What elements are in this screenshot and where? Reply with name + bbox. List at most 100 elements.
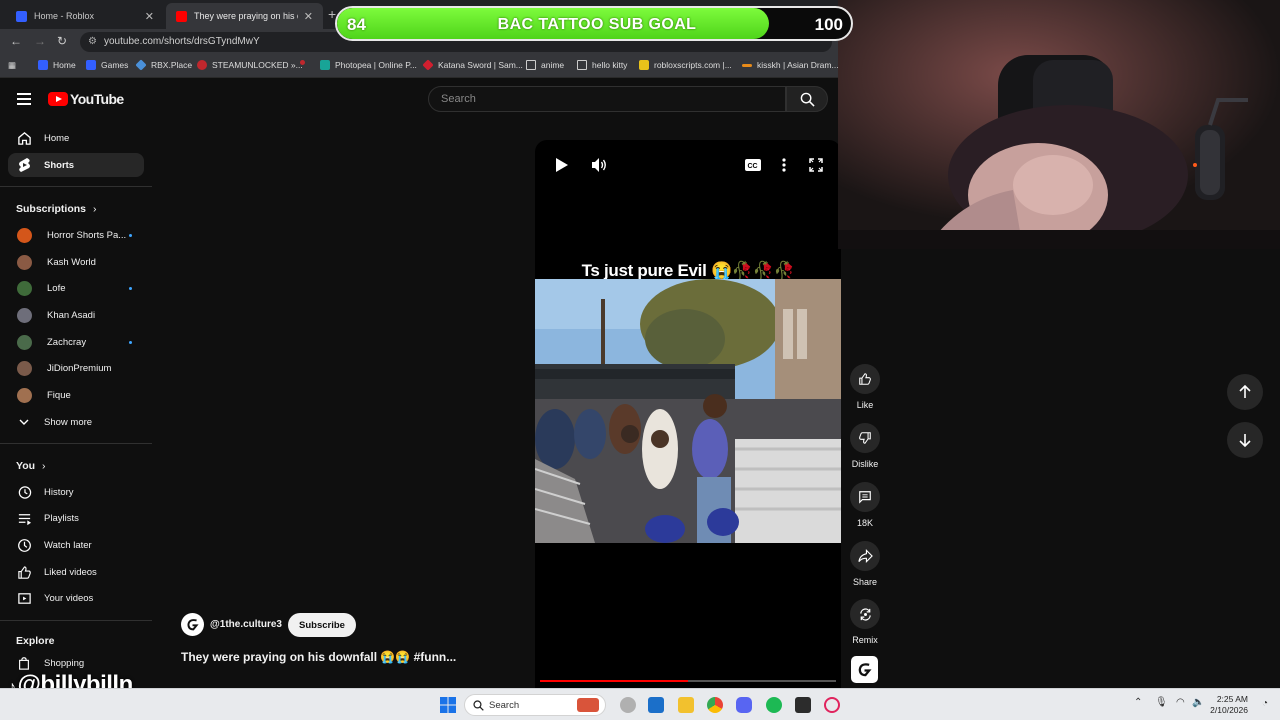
chevron-right-icon: ›: [92, 203, 97, 215]
captions-icon[interactable]: CC: [745, 159, 761, 171]
sidebar-item-your-videos[interactable]: Your videos: [8, 586, 144, 610]
opera-icon[interactable]: [824, 697, 840, 713]
arrow-down-icon: [1239, 434, 1251, 447]
new-content-dot: [129, 286, 132, 290]
play-icon[interactable]: [555, 157, 569, 173]
windows-taskbar: Search ⌃ 🎙 ◠ 🔈 2:25 AM 2/10/2026 ◔: [0, 688, 1280, 720]
youtube-play-icon: [48, 92, 68, 106]
previous-short-button[interactable]: [1227, 374, 1263, 410]
bookmark-home[interactable]: Home: [38, 60, 76, 70]
like-button[interactable]: Like: [845, 364, 885, 410]
bookmark-games[interactable]: Games: [86, 60, 128, 70]
video-caption: Ts just pure Evil 😭🥀🥀🥀: [581, 261, 795, 280]
bookmark-steamunlocked[interactable]: STEAMUNLOCKED »...: [197, 60, 303, 70]
sidebar-item-home[interactable]: Home: [8, 126, 144, 150]
watch-later-icon: [16, 537, 32, 553]
subscription-item[interactable]: Horror Shorts Pa...: [8, 223, 144, 247]
subscription-item[interactable]: Kash World: [8, 250, 144, 274]
microphone-icon[interactable]: 🎙: [1155, 697, 1168, 708]
avatar: [17, 280, 32, 296]
close-tab-icon[interactable]: ✕: [145, 10, 154, 23]
search-button[interactable]: [786, 86, 828, 112]
tab-roblox-home[interactable]: Home - Roblox ✕: [6, 3, 164, 29]
sidebar-item-playlists[interactable]: Playlists: [8, 506, 144, 530]
task-view-icon[interactable]: [620, 697, 636, 713]
back-icon[interactable]: ←: [10, 34, 22, 48]
bookmark-katana[interactable]: Katana Sword | Sam...: [422, 59, 523, 71]
forward-icon[interactable]: →: [34, 34, 46, 48]
reload-icon[interactable]: ↻: [57, 34, 67, 48]
search-input[interactable]: Search: [428, 86, 786, 112]
subscription-item[interactable]: Fique: [8, 383, 144, 407]
spotify-icon[interactable]: [766, 697, 782, 713]
fullscreen-icon[interactable]: [809, 158, 823, 172]
sidebar-item-watch-later[interactable]: Watch later: [8, 533, 144, 557]
next-short-button[interactable]: [1227, 422, 1263, 458]
channel-thumbnail[interactable]: [851, 656, 878, 683]
divider: [0, 443, 152, 444]
comments-button[interactable]: 18K: [845, 482, 885, 528]
subscription-item[interactable]: Khan Asadi: [8, 303, 144, 327]
sidebar-item-liked-videos[interactable]: Liked videos: [8, 560, 144, 584]
bookmark-kisskh[interactable]: kisskh | Asian Dram...: [742, 60, 839, 70]
share-button[interactable]: Share: [845, 541, 885, 587]
more-options-icon[interactable]: [782, 158, 786, 172]
sidebar-item-shorts[interactable]: Shorts: [8, 153, 144, 177]
site-settings-icon[interactable]: ⚙: [88, 36, 97, 47]
pin-icon: [300, 60, 305, 65]
dislike-button[interactable]: Dislike: [845, 423, 885, 469]
chrome-icon[interactable]: [707, 697, 723, 713]
subscription-item[interactable]: Zachcray: [8, 330, 144, 354]
volume-icon[interactable]: 🔈: [1192, 697, 1204, 708]
search-highlight-icon: [577, 698, 599, 712]
bell-icon[interactable]: ◔: [1262, 698, 1268, 709]
katana-icon: [422, 59, 434, 71]
subscribe-button[interactable]: Subscribe: [288, 613, 356, 637]
bookmark-photopea[interactable]: Photopea | Online P...: [320, 60, 417, 70]
volume-icon[interactable]: [591, 157, 608, 173]
file-explorer-icon[interactable]: [678, 697, 694, 713]
system-clock[interactable]: 2:25 AM 2/10/2026: [1210, 694, 1248, 716]
script-icon: [639, 60, 649, 70]
subscription-item[interactable]: JiDionPremium: [8, 356, 144, 380]
chevron-right-icon: ›: [41, 460, 46, 472]
channel-avatar[interactable]: [181, 613, 204, 636]
share-icon: [850, 541, 880, 571]
sidebar-item-history[interactable]: History: [8, 480, 144, 504]
discord-icon[interactable]: [736, 697, 752, 713]
wifi-icon[interactable]: ◠: [1176, 697, 1185, 708]
widgets-icon[interactable]: [648, 697, 664, 713]
show-more-button[interactable]: Show more: [8, 410, 144, 434]
youtube-logo[interactable]: YouTube: [48, 91, 124, 107]
subscription-item[interactable]: Lofe: [8, 276, 144, 300]
bookmark-robloxscripts[interactable]: robloxscripts.com |...: [639, 60, 732, 70]
remix-button[interactable]: Remix: [845, 599, 885, 645]
bookmark-anime-folder[interactable]: anime: [526, 60, 564, 70]
taskbar-search[interactable]: Search: [464, 694, 606, 716]
hamburger-menu-icon[interactable]: [17, 93, 31, 105]
bookmark-pin[interactable]: [300, 60, 310, 65]
subscriptions-header[interactable]: Subscriptions ›: [16, 203, 96, 215]
apps-icon[interactable]: ▦: [8, 60, 16, 71]
sub-goal-bar: 84 BAC TATTOO SUB GOAL 100: [335, 6, 853, 41]
close-tab-icon[interactable]: ✕: [304, 10, 313, 23]
windows-start-icon[interactable]: [440, 697, 456, 713]
bookmark-rbx-place[interactable]: RBX.Place: [135, 59, 192, 71]
avatar: [17, 387, 32, 403]
video-title[interactable]: They were praying on his downfall 😭😭 #fu…: [181, 650, 456, 664]
tab-youtube-short[interactable]: They were praying on his down ✕: [166, 3, 323, 29]
url-text: youtube.com/shorts/drsGTyndMwY: [104, 36, 260, 47]
avatar: [17, 227, 32, 243]
channel-handle[interactable]: @1the.culture3: [210, 619, 282, 630]
goal-title: BAC TATTOO SUB GOAL: [497, 16, 697, 33]
video-progress-bar[interactable]: [540, 680, 836, 682]
shorts-player[interactable]: CC Ts just pure Evil 😭🥀🥀🥀: [535, 140, 841, 688]
diamond-icon: [135, 59, 147, 71]
chevron-up-icon[interactable]: ⌃: [1134, 697, 1142, 708]
app-icon[interactable]: [795, 697, 811, 713]
bookmark-hello-kitty-folder[interactable]: hello kitty: [577, 60, 627, 70]
you-header[interactable]: You ›: [16, 460, 45, 472]
avatar: [17, 254, 32, 270]
roblox-icon: [86, 60, 96, 70]
avatar: [17, 307, 32, 323]
